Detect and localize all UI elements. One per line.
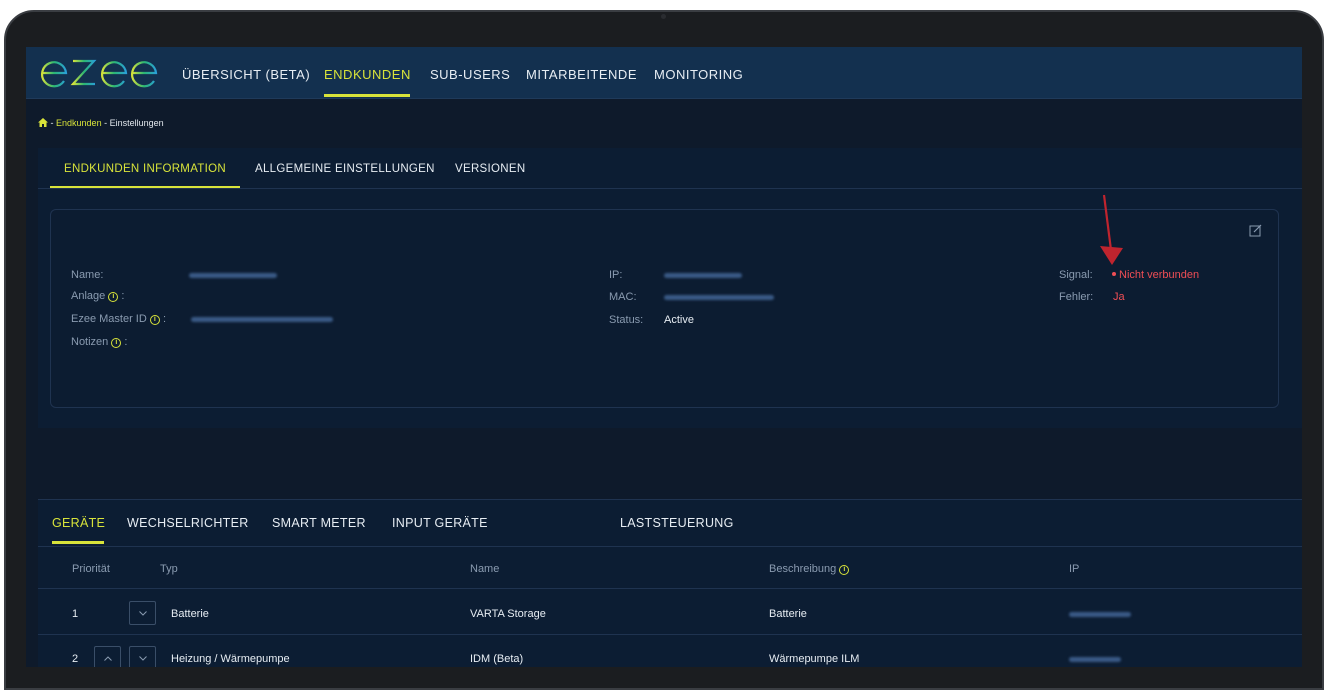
annotation-arrow-icon xyxy=(1100,194,1123,265)
row-1-description: Batterie xyxy=(769,608,807,620)
row-1-type: Batterie xyxy=(171,608,209,620)
ip-value-blurred xyxy=(664,273,742,278)
devices-panel: GERÄTE WECHSELRICHTER SMART METER INPUT … xyxy=(38,499,1302,667)
breadcrumb: - Endkunden - Einstellungen xyxy=(38,118,164,128)
ezee-logo[interactable] xyxy=(38,53,160,91)
customer-info-panel: ENDKUNDEN INFORMATION ALLGEMEINE EINSTEL… xyxy=(38,148,1302,428)
row-2-name: IDM (Beta) xyxy=(470,653,524,665)
info-icon[interactable]: i xyxy=(149,315,160,325)
nav-monitoring[interactable]: MONITORING xyxy=(654,67,743,82)
fehler-value: Ja xyxy=(1113,291,1125,303)
row-2-priority: 2 xyxy=(72,653,79,665)
notizen-label: Notizen i : xyxy=(71,336,128,348)
move-up-button[interactable] xyxy=(94,646,121,667)
row-1-name: VARTA Storage xyxy=(470,608,546,620)
tab-wechselrichter[interactable]: WECHSELRICHTER xyxy=(127,516,249,530)
anlage-label: Anlage i : xyxy=(71,290,125,302)
tab-versionen[interactable]: VERSIONEN xyxy=(455,163,525,175)
row-divider xyxy=(38,634,1302,635)
status-label: Status: xyxy=(609,314,644,326)
info-icon[interactable]: i xyxy=(111,338,122,348)
top-navigation: ÜBERSICHT (BETA) ENDKUNDEN SUB-USERS MIT… xyxy=(26,47,1302,99)
row-1-ip-blurred xyxy=(1069,612,1131,617)
nav-sub-users[interactable]: SUB-USERS xyxy=(430,67,510,82)
breadcrumb-endkunden-link[interactable]: Endkunden xyxy=(56,118,102,128)
status-dot-icon xyxy=(1112,272,1116,276)
tab-laststeuerung[interactable]: LASTSTEUERUNG xyxy=(620,516,734,530)
row-2-description: Wärmepumpe ILM xyxy=(769,653,860,665)
chevron-down-icon xyxy=(139,656,147,661)
mac-value-blurred xyxy=(664,295,774,300)
app-screen: ÜBERSICHT (BETA) ENDKUNDEN SUB-USERS MIT… xyxy=(26,47,1302,667)
row-divider xyxy=(38,588,1302,589)
nav-endkunden[interactable]: ENDKUNDEN xyxy=(324,67,411,82)
tab-smart-meter[interactable]: SMART METER xyxy=(272,516,366,530)
info-icon[interactable]: i xyxy=(108,292,119,302)
tab-divider xyxy=(38,188,1302,189)
fehler-label: Fehler: xyxy=(1059,291,1094,303)
column-header-prioritaet: Priorität xyxy=(72,563,110,575)
column-header-name: Name xyxy=(470,563,500,575)
nav-mitarbeitende[interactable]: MITARBEITENDE xyxy=(526,67,637,82)
row-2-type: Heizung / Wärmepumpe xyxy=(171,653,290,665)
tab-geraete[interactable]: GERÄTE xyxy=(52,516,105,530)
name-value-blurred xyxy=(189,273,277,278)
signal-status: Nicht verbunden xyxy=(1112,269,1199,281)
signal-label: Signal: xyxy=(1059,269,1093,281)
nav-uebersicht[interactable]: ÜBERSICHT (BETA) xyxy=(182,67,310,82)
master-id-label: Ezee Master ID i : xyxy=(71,313,166,325)
tab-allgemeine-einstellungen[interactable]: ALLGEMEINE EINSTELLUNGEN xyxy=(255,163,435,175)
name-label: Name: xyxy=(71,269,104,281)
breadcrumb-separator: - xyxy=(104,118,108,128)
tab-endkunden-information[interactable]: ENDKUNDEN INFORMATION xyxy=(64,163,226,175)
tab-input-geraete[interactable]: INPUT GERÄTE xyxy=(392,516,488,530)
tab-divider xyxy=(38,546,1302,547)
edit-icon[interactable] xyxy=(1249,224,1262,237)
home-icon[interactable] xyxy=(38,118,48,127)
nav-active-underline xyxy=(324,94,410,97)
master-id-value-blurred xyxy=(191,317,333,322)
row-1-priority: 1 xyxy=(72,608,79,620)
move-down-button[interactable] xyxy=(129,646,156,667)
camera-dot xyxy=(661,14,666,19)
tab-active-underline xyxy=(52,541,104,544)
ip-label: IP: xyxy=(609,269,623,281)
column-header-typ: Typ xyxy=(160,563,178,575)
column-header-ip: IP xyxy=(1069,563,1080,575)
column-header-beschreibung: Beschreibung i xyxy=(769,563,850,575)
chevron-down-icon xyxy=(139,611,147,616)
info-icon[interactable]: i xyxy=(839,565,850,575)
status-value: Active xyxy=(664,314,694,326)
chevron-up-icon xyxy=(104,656,112,661)
breadcrumb-separator: - xyxy=(50,118,54,128)
breadcrumb-current: Einstellungen xyxy=(109,118,164,128)
move-down-button[interactable] xyxy=(129,601,156,625)
mac-label: MAC: xyxy=(609,291,637,303)
